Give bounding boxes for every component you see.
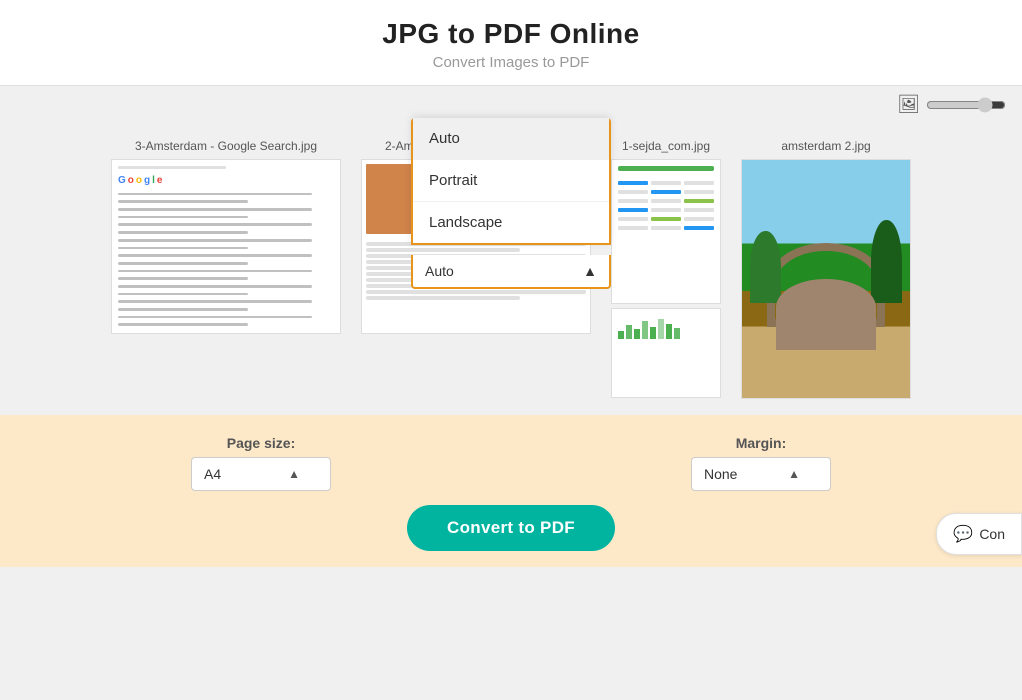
orientation-arrow-icon: ▲	[583, 263, 597, 279]
page-subtitle: Convert Images to PDF	[0, 54, 1022, 71]
image-card: 3-Amsterdam - Google Search.jpg Google	[111, 139, 341, 334]
image-label: 1-sejda_com.jpg	[622, 139, 710, 153]
convert-button[interactable]: Convert to PDF	[407, 505, 615, 551]
page-size-arrow-icon: ▲	[288, 467, 300, 481]
contact-button[interactable]: 💬 Con	[936, 513, 1022, 555]
bottom-area: Auto Portrait Landscape Auto ▲ Page size…	[0, 415, 1022, 567]
header: JPG to PDF Online Convert Images to PDF	[0, 0, 1022, 86]
page-size-dropdown[interactable]: A4 ▲	[191, 457, 331, 491]
image-label: 3-Amsterdam - Google Search.jpg	[135, 139, 317, 153]
image-thumbnail[interactable]	[741, 159, 911, 399]
zoom-icon: 🖼	[897, 94, 920, 115]
orientation-option-auto[interactable]: Auto	[413, 118, 609, 160]
contact-label: Con	[979, 526, 1005, 542]
margin-value: None	[704, 466, 737, 482]
controls-row: Page size: A4 ▲ Margin: None ▲	[40, 435, 982, 491]
orientation-dropdown-container: Auto Portrait Landscape Auto ▲	[411, 255, 611, 289]
zoom-slider[interactable]	[926, 97, 1006, 113]
orientation-option-portrait[interactable]: Portrait	[413, 160, 609, 202]
image-thumbnail[interactable]	[611, 159, 721, 304]
orientation-selected-value: Auto	[425, 263, 454, 279]
orientation-options-list: Auto Portrait Landscape	[411, 118, 611, 245]
image-card: 1-sejda_com.jpg	[611, 139, 721, 398]
margin-dropdown[interactable]: None ▲	[691, 457, 831, 491]
orientation-option-landscape[interactable]: Landscape	[413, 202, 609, 243]
image-thumbnail[interactable]: Google	[111, 159, 341, 334]
image-card: amsterdam 2.jpg	[741, 139, 911, 399]
margin-group: Margin: None ▲	[691, 435, 831, 491]
page-size-value: A4	[204, 466, 221, 482]
chat-icon: 💬	[953, 524, 973, 544]
image-thumbnail-2[interactable]	[611, 308, 721, 398]
page-size-group: Page size: A4 ▲	[191, 435, 331, 491]
page-size-label: Page size:	[227, 435, 295, 451]
image-label: amsterdam 2.jpg	[781, 139, 870, 153]
margin-arrow-icon: ▲	[788, 467, 800, 481]
margin-label: Margin:	[736, 435, 787, 451]
orientation-trigger[interactable]: Auto ▲	[411, 255, 611, 289]
page-title: JPG to PDF Online	[0, 18, 1022, 50]
